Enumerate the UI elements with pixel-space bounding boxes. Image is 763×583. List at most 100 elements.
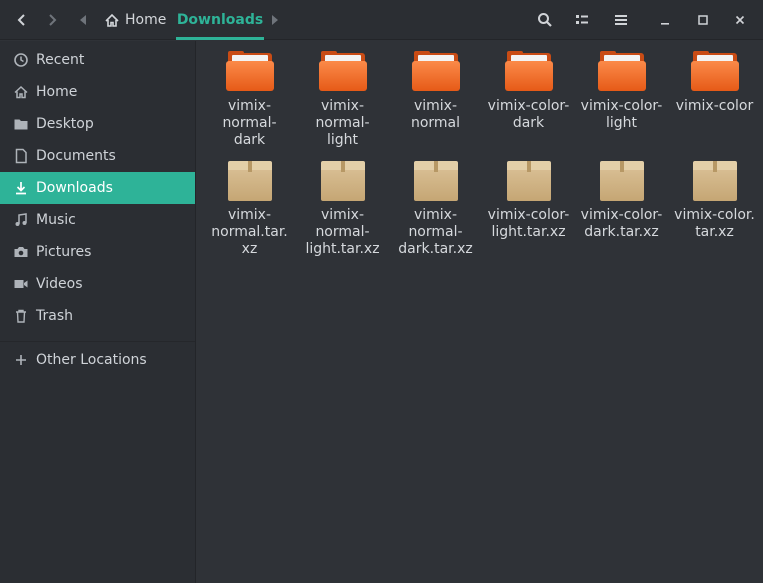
archive-item[interactable]: vimix-normal-light.tar.xz [296, 159, 389, 268]
breadcrumb-current[interactable]: Downloads [176, 0, 264, 40]
file-name: vimix-color-dark [485, 98, 573, 132]
sidebar-item-downloads[interactable]: Downloads [0, 172, 195, 204]
trash-icon [12, 307, 30, 325]
sidebar-item-music[interactable]: Music [0, 204, 195, 236]
folder-icon [411, 50, 460, 94]
folder-icon [504, 50, 553, 94]
sidebar-item-label: Pictures [36, 244, 92, 260]
file-manager-window: Home Downloads Recent Home Desktop Document… [0, 0, 763, 583]
archive-item[interactable]: vimix-normal.tar. xz [203, 159, 296, 268]
archive-icon [412, 159, 460, 203]
breadcrumb-left-arrow[interactable] [74, 6, 92, 34]
archive-item[interactable]: vimix-color. tar.xz [668, 159, 761, 268]
minimize-icon [661, 23, 669, 25]
sidebar-item-label: Music [36, 212, 76, 228]
download-icon [12, 179, 30, 197]
close-button[interactable] [726, 6, 754, 34]
sidebar-item-label: Downloads [36, 180, 113, 196]
home-icon [105, 13, 119, 27]
view-toggle-button[interactable] [568, 6, 596, 34]
archive-item[interactable]: vimix-normal-dark.tar.xz [389, 159, 482, 268]
close-icon [735, 15, 745, 25]
sidebar-item-desktop[interactable]: Desktop [0, 108, 195, 140]
file-name-line: vimix-color [675, 98, 754, 114]
file-name-line: normal- [315, 115, 370, 131]
file-name: vimix-normal-light [299, 98, 387, 149]
hamburger-menu-icon [615, 15, 627, 25]
archive-icon [505, 159, 553, 203]
breadcrumb-home[interactable]: Home [104, 6, 166, 34]
file-name-line: light [605, 115, 638, 131]
maximize-button[interactable] [689, 6, 717, 34]
file-name-line: vimix-color. [674, 207, 755, 223]
document-icon [12, 147, 30, 165]
back-button[interactable] [8, 6, 36, 34]
file-name-line: dark.tar.xz [398, 241, 473, 257]
archive-item[interactable]: vimix-color-light.tar.xz [482, 159, 575, 268]
folder-item[interactable]: vimix-normal [389, 50, 482, 159]
file-name: vimix-normal-dark [206, 98, 294, 149]
file-name: vimix-color-dark.tar.xz [578, 207, 666, 241]
sidebar-item-home[interactable]: Home [0, 76, 195, 108]
folder-icon [12, 115, 30, 133]
file-name-line: vimix-color- [487, 207, 570, 223]
file-name-line: normal- [315, 224, 370, 240]
folder-icon [690, 50, 739, 94]
view-toggle-icon [576, 15, 588, 24]
file-name-line: normal.tar. [211, 224, 288, 240]
file-name-line: vimix- [413, 207, 458, 223]
breadcrumb-right-arrow[interactable] [266, 6, 284, 34]
sidebar-item-label: Trash [36, 308, 73, 324]
file-name-line: vimix-color- [580, 98, 663, 114]
plus-icon [12, 351, 30, 369]
sidebar-item-recent[interactable]: Recent [0, 44, 195, 76]
folder-icon [318, 50, 367, 94]
file-name-line: light.tar.xz [305, 241, 380, 257]
file-name-line: vimix- [413, 98, 458, 114]
chevron-right-icon [49, 14, 57, 26]
file-name: vimix-color-light [578, 98, 666, 132]
folder-item[interactable]: vimix-normal-light [296, 50, 389, 159]
sidebar-item-label: Documents [36, 148, 116, 164]
sidebar-item-documents[interactable]: Documents [0, 140, 195, 172]
file-name-line: dark [233, 132, 266, 148]
file-view: vimix-normal-dark vimix-normal-light vimix… [197, 41, 763, 583]
archive-icon [226, 159, 274, 203]
forward-button[interactable] [38, 6, 66, 34]
camera-icon [12, 243, 30, 261]
menu-button[interactable] [607, 6, 635, 34]
file-name: vimix-normal-dark.tar.xz [392, 207, 480, 258]
file-name: vimix-color-light.tar.xz [485, 207, 573, 241]
breadcrumb-active-underline [176, 37, 264, 40]
archive-icon [691, 159, 739, 203]
minimize-button[interactable] [651, 6, 679, 34]
caret-right-icon [272, 15, 278, 25]
file-name-line: xz [241, 241, 258, 257]
sidebar-item-label: Other Locations [36, 352, 147, 368]
folder-icon [225, 50, 274, 94]
breadcrumb-home-label: Home [125, 12, 167, 28]
archive-icon [598, 159, 646, 203]
file-name-line: light.tar.xz [491, 224, 566, 240]
file-name-line: vimix-color- [487, 98, 570, 114]
folder-item[interactable]: vimix-color-light [575, 50, 668, 159]
folder-item[interactable]: vimix-color-dark [482, 50, 575, 159]
archive-item[interactable]: vimix-color-dark.tar.xz [575, 159, 668, 268]
file-name-line: normal- [408, 224, 463, 240]
sidebar-item-other-locations[interactable]: Other Locations [0, 344, 195, 376]
folder-item[interactable]: vimix-normal-dark [203, 50, 296, 159]
home-icon [12, 83, 30, 101]
sidebar-item-trash[interactable]: Trash [0, 300, 195, 332]
sidebar-divider [0, 341, 195, 342]
sidebar-item-label: Desktop [36, 116, 94, 132]
sidebar-item-pictures[interactable]: Pictures [0, 236, 195, 268]
file-name: vimix-normal [392, 98, 480, 132]
file-name-line: vimix- [227, 207, 272, 223]
sidebar-item-videos[interactable]: Videos [0, 268, 195, 300]
places-list: Recent Home Desktop Documents Downloads Music… [0, 41, 195, 332]
file-name-line: dark [512, 115, 545, 131]
search-button[interactable] [531, 6, 559, 34]
clock-icon [12, 51, 30, 69]
folder-item[interactable]: vimix-color [668, 50, 761, 159]
archive-icon [319, 159, 367, 203]
